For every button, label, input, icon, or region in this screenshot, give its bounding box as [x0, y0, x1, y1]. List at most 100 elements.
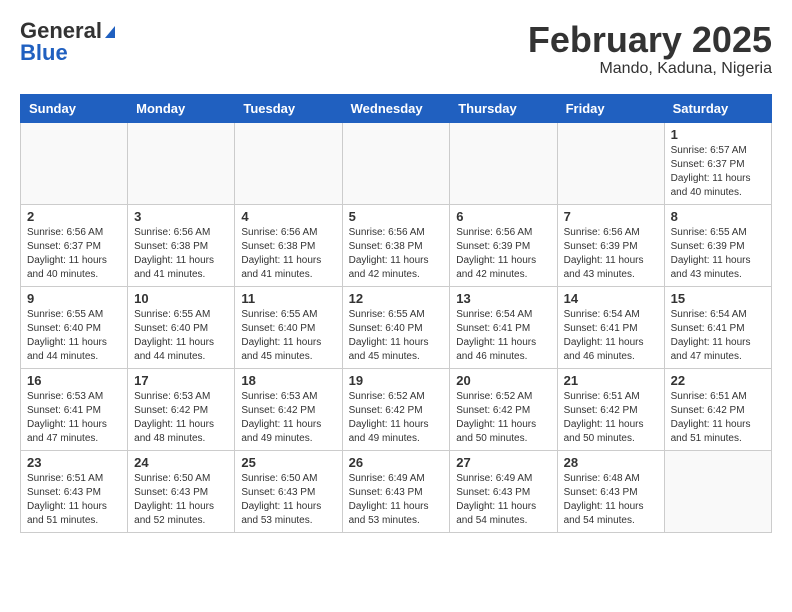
day-info: Sunrise: 6:49 AM Sunset: 6:43 PM Dayligh…	[456, 472, 550, 528]
location-title: Mando, Kaduna, Nigeria	[528, 60, 772, 78]
day-info: Sunrise: 6:53 AM Sunset: 6:42 PM Dayligh…	[241, 390, 335, 446]
day-info: Sunrise: 6:51 AM Sunset: 6:42 PM Dayligh…	[671, 390, 765, 446]
calendar-cell: 1 Sunrise: 6:57 AM Sunset: 6:37 PM Daylig…	[664, 122, 771, 204]
day-info: Sunrise: 6:49 AM Sunset: 6:43 PM Dayligh…	[349, 472, 444, 528]
day-info: Sunrise: 6:56 AM Sunset: 6:39 PM Dayligh…	[456, 226, 550, 282]
day-info: Sunrise: 6:54 AM Sunset: 6:41 PM Dayligh…	[671, 308, 765, 364]
logo-blue-text: Blue	[20, 42, 115, 64]
day-number: 16	[27, 373, 121, 388]
calendar-cell: 24 Sunrise: 6:50 AM Sunset: 6:43 PM Dayli…	[128, 450, 235, 532]
calendar-cell: 17 Sunrise: 6:53 AM Sunset: 6:42 PM Dayli…	[128, 368, 235, 450]
day-number: 24	[134, 455, 228, 470]
calendar-cell: 2 Sunrise: 6:56 AM Sunset: 6:37 PM Daylig…	[21, 204, 128, 286]
day-number: 27	[456, 455, 550, 470]
logo: General Blue	[20, 20, 115, 64]
day-number: 12	[349, 291, 444, 306]
day-number: 14	[564, 291, 658, 306]
calendar-week-3: 9Sunrise: 6:55 AM Sunset: 6:40 PM Daylig…	[21, 286, 772, 368]
day-number: 18	[241, 373, 335, 388]
calendar-cell: 4Sunrise: 6:56 AM Sunset: 6:38 PM Daylig…	[235, 204, 342, 286]
day-info: Sunrise: 6:48 AM Sunset: 6:43 PM Dayligh…	[564, 472, 658, 528]
day-info: Sunrise: 6:52 AM Sunset: 6:42 PM Dayligh…	[456, 390, 550, 446]
calendar-cell	[235, 122, 342, 204]
month-title: February 2025	[528, 20, 772, 60]
day-number: 19	[349, 373, 444, 388]
calendar-cell: 27 Sunrise: 6:49 AM Sunset: 6:43 PM Dayli…	[450, 450, 557, 532]
day-number: 20	[456, 373, 550, 388]
calendar-cell: 10Sunrise: 6:55 AM Sunset: 6:40 PM Dayli…	[128, 286, 235, 368]
day-info: Sunrise: 6:56 AM Sunset: 6:39 PM Dayligh…	[564, 226, 658, 282]
title-area: February 2025 Mando, Kaduna, Nigeria	[528, 20, 772, 78]
day-number: 11	[241, 291, 335, 306]
day-number: 23	[27, 455, 121, 470]
day-info: Sunrise: 6:50 AM Sunset: 6:43 PM Dayligh…	[241, 472, 335, 528]
day-number: 6	[456, 209, 550, 224]
calendar-week-4: 16 Sunrise: 6:53 AM Sunset: 6:41 PM Dayli…	[21, 368, 772, 450]
day-number: 15	[671, 291, 765, 306]
calendar-header-wednesday: Wednesday	[342, 94, 450, 122]
calendar-week-5: 23 Sunrise: 6:51 AM Sunset: 6:43 PM Dayli…	[21, 450, 772, 532]
day-number: 22	[671, 373, 765, 388]
calendar-cell: 3Sunrise: 6:56 AM Sunset: 6:38 PM Daylig…	[128, 204, 235, 286]
day-info: Sunrise: 6:52 AM Sunset: 6:42 PM Dayligh…	[349, 390, 444, 446]
calendar-cell: 25 Sunrise: 6:50 AM Sunset: 6:43 PM Dayli…	[235, 450, 342, 532]
calendar-cell	[664, 450, 771, 532]
calendar-table: SundayMondayTuesdayWednesdayThursdayFrid…	[20, 94, 772, 533]
day-number: 5	[349, 209, 444, 224]
calendar-header-tuesday: Tuesday	[235, 94, 342, 122]
calendar-cell	[557, 122, 664, 204]
calendar-cell: 13 Sunrise: 6:54 AM Sunset: 6:41 PM Dayli…	[450, 286, 557, 368]
day-info: Sunrise: 6:57 AM Sunset: 6:37 PM Dayligh…	[671, 144, 765, 200]
day-info: Sunrise: 6:55 AM Sunset: 6:40 PM Dayligh…	[27, 308, 121, 364]
calendar-header-friday: Friday	[557, 94, 664, 122]
calendar-header-thursday: Thursday	[450, 94, 557, 122]
calendar-cell: 22 Sunrise: 6:51 AM Sunset: 6:42 PM Dayli…	[664, 368, 771, 450]
page-header: General Blue February 2025 Mando, Kaduna…	[20, 20, 772, 78]
calendar-header-sunday: Sunday	[21, 94, 128, 122]
day-number: 4	[241, 209, 335, 224]
day-info: Sunrise: 6:51 AM Sunset: 6:43 PM Dayligh…	[27, 472, 121, 528]
calendar-cell: 14 Sunrise: 6:54 AM Sunset: 6:41 PM Dayli…	[557, 286, 664, 368]
day-info: Sunrise: 6:55 AM Sunset: 6:40 PM Dayligh…	[241, 308, 335, 364]
calendar-cell	[450, 122, 557, 204]
calendar-cell: 9Sunrise: 6:55 AM Sunset: 6:40 PM Daylig…	[21, 286, 128, 368]
calendar-cell: 26 Sunrise: 6:49 AM Sunset: 6:43 PM Dayli…	[342, 450, 450, 532]
day-info: Sunrise: 6:53 AM Sunset: 6:41 PM Dayligh…	[27, 390, 121, 446]
calendar-cell: 21Sunrise: 6:51 AM Sunset: 6:42 PM Dayli…	[557, 368, 664, 450]
day-number: 1	[671, 127, 765, 142]
day-number: 13	[456, 291, 550, 306]
calendar-cell: 19 Sunrise: 6:52 AM Sunset: 6:42 PM Dayli…	[342, 368, 450, 450]
calendar-cell: 20 Sunrise: 6:52 AM Sunset: 6:42 PM Dayli…	[450, 368, 557, 450]
day-info: Sunrise: 6:56 AM Sunset: 6:38 PM Dayligh…	[134, 226, 228, 282]
day-info: Sunrise: 6:54 AM Sunset: 6:41 PM Dayligh…	[564, 308, 658, 364]
day-info: Sunrise: 6:50 AM Sunset: 6:43 PM Dayligh…	[134, 472, 228, 528]
calendar-header-saturday: Saturday	[664, 94, 771, 122]
day-info: Sunrise: 6:54 AM Sunset: 6:41 PM Dayligh…	[456, 308, 550, 364]
day-number: 21	[564, 373, 658, 388]
day-number: 2	[27, 209, 121, 224]
day-info: Sunrise: 6:53 AM Sunset: 6:42 PM Dayligh…	[134, 390, 228, 446]
calendar-cell	[342, 122, 450, 204]
calendar-cell	[21, 122, 128, 204]
calendar-cell: 23 Sunrise: 6:51 AM Sunset: 6:43 PM Dayli…	[21, 450, 128, 532]
calendar-cell: 5 Sunrise: 6:56 AM Sunset: 6:38 PM Daylig…	[342, 204, 450, 286]
day-number: 26	[349, 455, 444, 470]
calendar-cell: 18 Sunrise: 6:53 AM Sunset: 6:42 PM Dayli…	[235, 368, 342, 450]
calendar-cell: 12Sunrise: 6:55 AM Sunset: 6:40 PM Dayli…	[342, 286, 450, 368]
day-number: 17	[134, 373, 228, 388]
day-number: 25	[241, 455, 335, 470]
calendar-cell: 7 Sunrise: 6:56 AM Sunset: 6:39 PM Daylig…	[557, 204, 664, 286]
calendar-header-row: SundayMondayTuesdayWednesdayThursdayFrid…	[21, 94, 772, 122]
calendar-week-1: 1 Sunrise: 6:57 AM Sunset: 6:37 PM Daylig…	[21, 122, 772, 204]
logo-general-text: General	[20, 20, 115, 42]
calendar-cell	[128, 122, 235, 204]
day-info: Sunrise: 6:56 AM Sunset: 6:38 PM Dayligh…	[349, 226, 444, 282]
day-number: 8	[671, 209, 765, 224]
day-info: Sunrise: 6:56 AM Sunset: 6:37 PM Dayligh…	[27, 226, 121, 282]
day-info: Sunrise: 6:55 AM Sunset: 6:39 PM Dayligh…	[671, 226, 765, 282]
calendar-cell: 15 Sunrise: 6:54 AM Sunset: 6:41 PM Dayli…	[664, 286, 771, 368]
day-number: 7	[564, 209, 658, 224]
calendar-cell: 6 Sunrise: 6:56 AM Sunset: 6:39 PM Daylig…	[450, 204, 557, 286]
calendar-cell: 8 Sunrise: 6:55 AM Sunset: 6:39 PM Daylig…	[664, 204, 771, 286]
calendar-cell: 28Sunrise: 6:48 AM Sunset: 6:43 PM Dayli…	[557, 450, 664, 532]
